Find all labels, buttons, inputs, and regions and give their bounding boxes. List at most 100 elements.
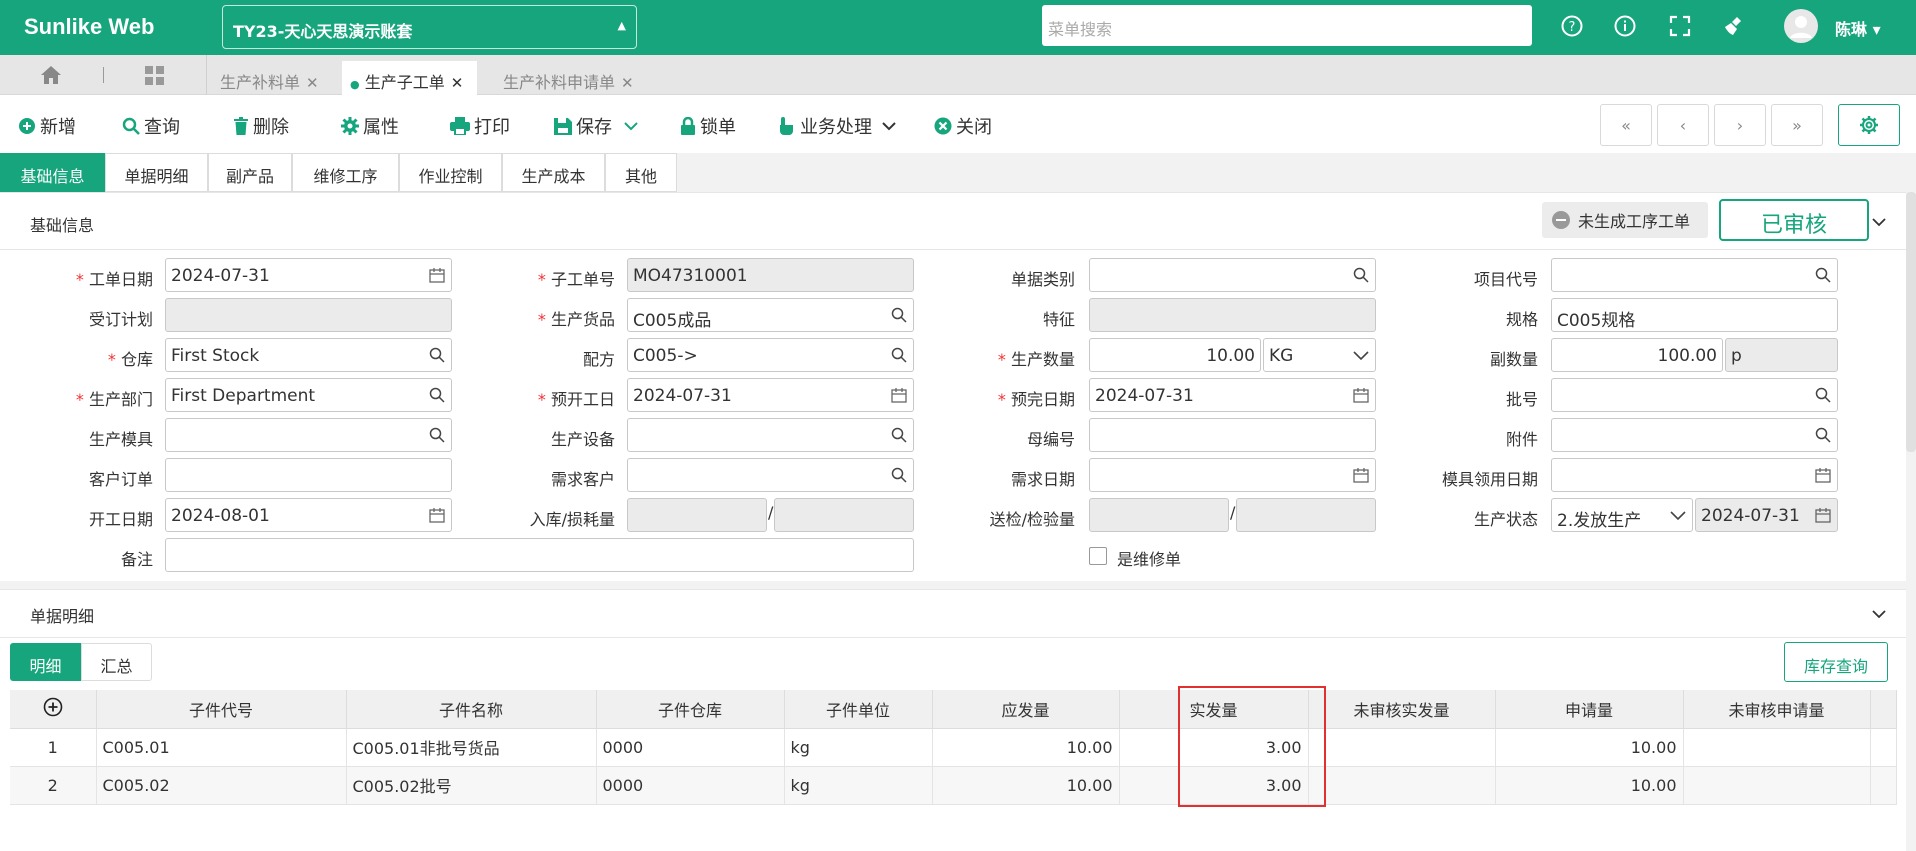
tab-detail-list[interactable]: 明细: [10, 643, 81, 681]
batch-field[interactable]: [1551, 378, 1838, 412]
settings-button[interactable]: [1838, 104, 1900, 146]
broom-icon[interactable]: [1719, 11, 1749, 41]
grid-menu-icon[interactable]: [144, 65, 166, 91]
collapse-chevron-icon[interactable]: [1872, 212, 1886, 231]
production-status-select[interactable]: 2.发放生产: [1551, 498, 1693, 532]
home-icon[interactable]: [40, 65, 62, 89]
properties-button[interactable]: 属性: [341, 113, 399, 139]
new-button[interactable]: 新增: [18, 113, 76, 139]
cell-apply-qty[interactable]: 10.00: [1495, 728, 1684, 767]
tab-production-cost[interactable]: 生产成本: [502, 153, 605, 192]
tab-detail[interactable]: 单据明细: [105, 153, 208, 192]
tab-basic-info[interactable]: 基础信息: [0, 153, 105, 192]
department-field[interactable]: First Department: [165, 378, 452, 412]
status-date-field[interactable]: 2024-07-31: [1695, 498, 1838, 532]
tab-supplement-request[interactable]: 生产补料申请单 ✕: [490, 61, 645, 95]
add-row-icon[interactable]: [10, 690, 97, 729]
prev-record-button[interactable]: ‹: [1657, 104, 1709, 146]
cell-unit[interactable]: kg: [784, 728, 933, 767]
formula-field[interactable]: C005->: [627, 338, 914, 372]
user-name[interactable]: 陈琳 ▾: [1835, 16, 1881, 40]
repair-checkbox[interactable]: [1089, 547, 1107, 565]
label-suborder-no: * 子工单号: [537, 270, 615, 289]
tab-production-supplement[interactable]: 生产补料单 ✕: [220, 61, 342, 95]
in-qty-field[interactable]: [627, 498, 767, 532]
remark-field[interactable]: [165, 538, 914, 572]
sub-quantity-field[interactable]: 100.00: [1551, 338, 1723, 372]
cell-should-qty[interactable]: 10.00: [932, 766, 1120, 805]
fullscreen-icon[interactable]: [1665, 11, 1695, 41]
cell-unaudited-apply[interactable]: [1683, 728, 1871, 767]
attachment-field[interactable]: [1551, 418, 1838, 452]
delete-button[interactable]: 删除: [233, 113, 289, 139]
tab-repair-process[interactable]: 维修工序: [292, 153, 399, 192]
goods-field[interactable]: C005成品: [627, 298, 914, 332]
customer-order-field[interactable]: [165, 458, 452, 492]
cell-unaudited-actual[interactable]: [1308, 766, 1496, 805]
print-button[interactable]: 打印: [450, 113, 510, 139]
menu-search-input[interactable]: 菜单搜索: [1042, 5, 1532, 46]
search-icon: [429, 347, 445, 363]
table-row[interactable]: 1 C005.01 C005.01非批号货品 0000 kg 10.00 3.0…: [10, 728, 1897, 767]
cell-warehouse[interactable]: 0000: [596, 766, 785, 805]
label-quantity: * 生产数量: [997, 350, 1075, 369]
order-date-field[interactable]: 2024-07-31: [165, 258, 452, 292]
collapse-chevron-icon[interactable]: [1872, 604, 1886, 623]
close-icon[interactable]: ✕: [451, 74, 464, 92]
actual-start-field[interactable]: 2024-08-01: [165, 498, 452, 532]
close-button[interactable]: 关闭: [934, 113, 992, 139]
business-process-button[interactable]: 业务处理: [778, 113, 896, 139]
tab-summary[interactable]: 汇总: [81, 643, 152, 681]
last-record-button[interactable]: »: [1771, 104, 1823, 146]
table-row[interactable]: 2 C005.02 C005.02批号 0000 kg 10.00 3.00 1…: [10, 766, 1897, 805]
planned-start-field[interactable]: 2024-07-31: [627, 378, 914, 412]
tab-production-suborder[interactable]: ● 生产子工单 ✕: [342, 61, 477, 95]
help-icon[interactable]: ?: [1557, 11, 1587, 41]
query-button[interactable]: 查询: [122, 113, 180, 139]
cell-apply-qty[interactable]: 10.00: [1495, 766, 1684, 805]
close-icon[interactable]: ✕: [306, 74, 319, 92]
equipment-field[interactable]: [627, 418, 914, 452]
loss-qty-field[interactable]: [774, 498, 914, 532]
cell-code[interactable]: C005.01: [96, 728, 347, 767]
cell-warehouse[interactable]: 0000: [596, 728, 785, 767]
info-icon[interactable]: [1610, 11, 1640, 41]
close-icon[interactable]: ✕: [621, 74, 634, 92]
planned-end-field[interactable]: 2024-07-31: [1089, 378, 1376, 412]
parent-no-field[interactable]: [1089, 418, 1376, 452]
inspected-field[interactable]: [1236, 498, 1376, 532]
save-button[interactable]: 保存: [554, 113, 638, 139]
cell-unaudited-apply[interactable]: [1683, 766, 1871, 805]
next-record-button[interactable]: ›: [1714, 104, 1766, 146]
demand-date-field[interactable]: [1089, 458, 1376, 492]
spec-field[interactable]: C005规格: [1551, 298, 1838, 332]
suborder-no-field[interactable]: MO47310001: [627, 258, 914, 292]
mold-field[interactable]: [165, 418, 452, 452]
tab-byproduct[interactable]: 副产品: [208, 153, 292, 192]
cell-should-qty[interactable]: 10.00: [932, 728, 1120, 767]
quantity-field[interactable]: 10.00: [1089, 338, 1261, 372]
unit-select[interactable]: KG: [1263, 338, 1376, 372]
tab-job-control[interactable]: 作业控制: [399, 153, 502, 192]
cell-name[interactable]: C005.02批号: [346, 766, 597, 805]
order-plan-field[interactable]: [165, 298, 452, 332]
cell-unit[interactable]: kg: [784, 766, 933, 805]
account-selector[interactable]: TY23-天心天思演示账套 ▲: [222, 5, 637, 49]
user-avatar[interactable]: [1784, 9, 1818, 43]
tab-other[interactable]: 其他: [605, 153, 677, 192]
first-record-button[interactable]: «: [1600, 104, 1652, 146]
feature-field[interactable]: [1089, 298, 1376, 332]
stock-query-button[interactable]: 库存查询: [1784, 642, 1888, 682]
cell-code[interactable]: C005.02: [96, 766, 347, 805]
cell-name[interactable]: C005.01非批号货品: [346, 728, 597, 767]
doc-type-field[interactable]: [1089, 258, 1376, 292]
cell-unaudited-actual[interactable]: [1308, 728, 1496, 767]
page-scrollbar[interactable]: [1906, 192, 1916, 452]
mold-use-date-field[interactable]: [1551, 458, 1838, 492]
lock-button[interactable]: 锁单: [680, 113, 736, 139]
warehouse-field[interactable]: First Stock: [165, 338, 452, 372]
send-inspect-field[interactable]: [1089, 498, 1229, 532]
demand-customer-field[interactable]: [627, 458, 914, 492]
sub-unit-field[interactable]: p: [1725, 338, 1838, 372]
project-code-field[interactable]: [1551, 258, 1838, 292]
